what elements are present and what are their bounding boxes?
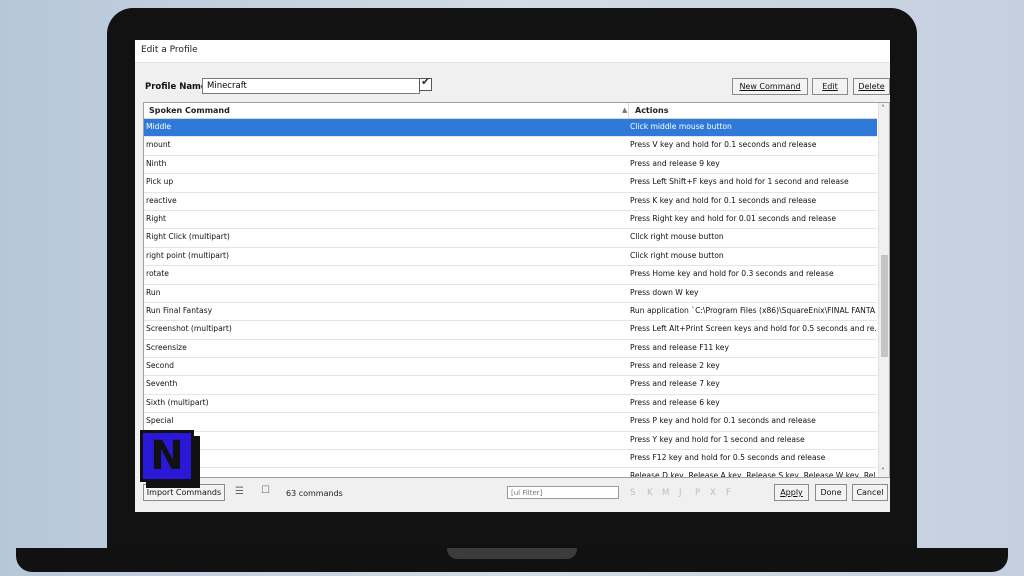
action-cell: Press V key and hold for 0.1 seconds and… bbox=[630, 140, 817, 150]
spoken-command-cell: right point (multipart) bbox=[146, 250, 229, 260]
filter-letter-m[interactable]: M bbox=[662, 488, 669, 498]
action-cell: Press and release F11 key bbox=[630, 342, 729, 352]
table-row[interactable]: Right Press Right key and hold for 0.01 s… bbox=[144, 211, 877, 230]
logo-letter: N bbox=[150, 433, 184, 479]
list-view-icon[interactable]: ☰ bbox=[235, 486, 244, 497]
spoken-command-cell: Run Final Fantasy bbox=[146, 305, 213, 315]
spoken-command-cell: Right Click (multipart) bbox=[146, 232, 230, 242]
action-cell: Press and release 9 key bbox=[630, 158, 720, 168]
action-cell: Press Home key and hold for 0.3 seconds … bbox=[630, 269, 834, 279]
action-cell: Click right mouse button bbox=[630, 250, 724, 260]
profile-name-input[interactable] bbox=[202, 78, 420, 94]
table-row[interactable]: reactive Press K key and hold for 0.1 sec… bbox=[144, 193, 877, 211]
action-cell: Press Left Shift+F keys and hold for 1 s… bbox=[630, 177, 849, 187]
table-row[interactable]: mount Press V key and hold for 0.1 second… bbox=[144, 137, 877, 156]
action-cell: Press and release 7 key bbox=[630, 379, 720, 389]
spoken-command-cell: Seventh bbox=[146, 379, 178, 389]
spoken-command-cell: reactive bbox=[146, 195, 177, 205]
filter-letter-x[interactable]: X bbox=[710, 488, 716, 498]
channel-logo: N bbox=[140, 430, 204, 492]
table-row[interactable]: Middle Click middle mouse button bbox=[144, 119, 877, 138]
profile-enabled-checkbox[interactable]: ✔ bbox=[419, 75, 432, 91]
filter-letter-s[interactable]: S bbox=[630, 488, 635, 498]
spoken-command-cell: Sixth (multipart) bbox=[146, 397, 209, 407]
column-divider bbox=[628, 103, 629, 118]
logo-badge: N bbox=[140, 430, 194, 482]
table-row[interactable]: ...otPress F12 key and hold for 0.5 seco… bbox=[144, 450, 877, 469]
scroll-down-icon[interactable]: ˅ bbox=[881, 467, 885, 476]
table-row[interactable]: Screensize Press and release F11 key bbox=[144, 340, 877, 359]
spoken-command-cell: Screensize bbox=[146, 342, 187, 352]
table-row[interactable]: Second Press and release 2 key bbox=[144, 358, 877, 377]
command-count: 63 commands bbox=[286, 489, 343, 498]
window-titlebar: Edit a Profile bbox=[135, 40, 890, 63]
action-cell: Press Left Alt+Print Screen keys and hol… bbox=[630, 324, 876, 334]
apply-button[interactable]: Apply bbox=[774, 484, 809, 501]
table-row[interactable]: Pick up Press Left Shift+F keys and hold … bbox=[144, 174, 877, 193]
action-cell: Press down W key bbox=[630, 287, 699, 297]
table-row[interactable]: right point (multipart) Click right mouse… bbox=[144, 248, 877, 267]
table-header: Spoken Command ▲ Actions bbox=[144, 103, 877, 119]
filter-input[interactable] bbox=[507, 486, 619, 499]
scroll-up-icon[interactable]: ˄ bbox=[881, 104, 885, 113]
spoken-command-cell: mount bbox=[146, 140, 171, 150]
table-row[interactable]: Screenshot (multipart) Press Left Alt+Pri… bbox=[144, 321, 877, 340]
new-command-button[interactable]: New Command bbox=[732, 78, 808, 95]
action-cell: Press and release 2 key bbox=[630, 361, 720, 371]
spoken-command-cell: Ninth bbox=[146, 158, 167, 168]
commands-table: Spoken Command ▲ Actions Middle Click mid… bbox=[143, 102, 890, 478]
table-row[interactable]: Ninth Press and release 9 key bbox=[144, 156, 877, 175]
spoken-command-cell: Special bbox=[146, 416, 174, 426]
filter-letter-p[interactable]: P bbox=[695, 488, 700, 498]
column-spoken-command[interactable]: Spoken Command bbox=[149, 106, 230, 115]
action-cell: Press Y key and hold for 1 second and re… bbox=[630, 434, 805, 444]
done-button[interactable]: Done bbox=[815, 484, 847, 501]
table-row[interactable]: Release D key, Release A key, Release S … bbox=[144, 468, 877, 478]
table-row[interactable]: Run Press down W key bbox=[144, 285, 877, 303]
action-cell: Press Right key and hold for 0.01 second… bbox=[630, 213, 837, 223]
action-cell: Run application `C:\Program Files (x86)\… bbox=[630, 305, 876, 315]
edit-button[interactable]: Edit bbox=[812, 78, 848, 95]
edit-profile-window: Edit a Profile Profile Name ✔ New Comman… bbox=[135, 40, 890, 512]
action-cell: Press P key and hold for 0.1 seconds and… bbox=[630, 416, 816, 426]
table-row[interactable]: startPress Y key and hold for 1 second a… bbox=[144, 432, 877, 451]
select-all-checkbox-icon[interactable]: ☐ bbox=[261, 485, 270, 496]
table-row[interactable]: Right Click (multipart) Click right mouse… bbox=[144, 229, 877, 248]
spoken-command-cell: Screenshot (multipart) bbox=[146, 324, 232, 334]
spoken-command-cell: Right bbox=[146, 213, 166, 223]
spoken-command-cell: Second bbox=[146, 361, 174, 371]
bottom-bar: Import Commands ☰ ☐ 63 commands S K M J … bbox=[135, 482, 890, 512]
scrollbar-thumb[interactable] bbox=[881, 255, 888, 357]
action-cell: Press K key and hold for 0.1 seconds and… bbox=[630, 195, 817, 205]
spoken-command-cell: Middle bbox=[146, 122, 172, 131]
window-title: Edit a Profile bbox=[141, 45, 198, 55]
laptop-notch bbox=[447, 548, 577, 559]
table-body: Middle Click middle mouse button mount Pres… bbox=[144, 119, 877, 478]
action-cell: Click middle mouse button bbox=[630, 122, 732, 131]
filter-letter-j[interactable]: J bbox=[679, 488, 682, 498]
spoken-command-cell: Run bbox=[146, 287, 161, 297]
filter-letter-k[interactable]: K bbox=[647, 488, 653, 498]
action-cell: Press F12 key and hold for 0.5 seconds a… bbox=[630, 453, 826, 463]
table-row[interactable]: Special Press P key and hold for 0.1 seco… bbox=[144, 413, 877, 432]
vertical-scrollbar[interactable]: ˄ ˅ bbox=[878, 103, 889, 477]
filter-letter-f[interactable]: F bbox=[726, 488, 731, 498]
action-cell: Click right mouse button bbox=[630, 232, 724, 242]
action-cell: Release D key, Release A key, Release S … bbox=[630, 471, 876, 478]
profile-name-label: Profile Name bbox=[145, 82, 207, 92]
delete-button[interactable]: Delete bbox=[853, 78, 890, 95]
table-row[interactable]: Run Final Fantasy Run application `C:\Pro… bbox=[144, 303, 877, 322]
spoken-command-cell: Pick up bbox=[146, 177, 174, 187]
spoken-command-cell: rotate bbox=[146, 269, 169, 279]
action-cell: Press and release 6 key bbox=[630, 397, 720, 407]
table-row[interactable]: rotate Press Home key and hold for 0.3 se… bbox=[144, 266, 877, 285]
column-actions[interactable]: Actions bbox=[635, 106, 668, 115]
cancel-button[interactable]: Cancel bbox=[852, 484, 888, 501]
table-row[interactable]: Sixth (multipart) Press and release 6 key bbox=[144, 395, 877, 414]
checkmark-icon: ✔ bbox=[421, 75, 431, 88]
sort-ascending-icon: ▲ bbox=[622, 106, 628, 114]
table-row[interactable]: Seventh Press and release 7 key bbox=[144, 376, 877, 395]
